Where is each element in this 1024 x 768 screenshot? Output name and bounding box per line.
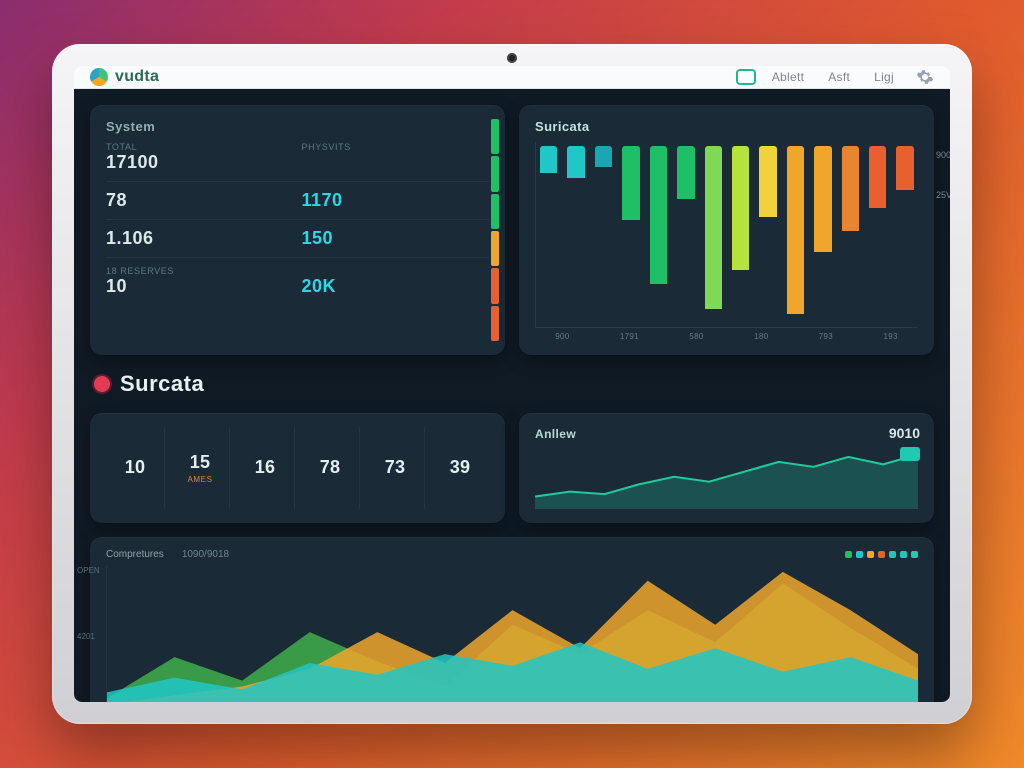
metric-tile[interactable]: 10 <box>106 427 165 509</box>
laptop-camera <box>507 53 517 63</box>
overview-sparkline <box>535 447 918 509</box>
screen: vudta Ablett Asft Ligj System TOTAL 1710… <box>74 66 950 702</box>
dashboard-content: System TOTAL 17100 Physvits 78 1170 1.10… <box>74 89 950 702</box>
stats-title: System <box>106 119 489 134</box>
bar-chart-title: Suricata <box>535 119 918 134</box>
area-chart-header: Compretures 1090/9018 <box>106 549 918 560</box>
stat-value: 20K <box>302 276 490 297</box>
section-title-row: Surcata <box>90 369 934 399</box>
status-icon[interactable] <box>736 69 756 85</box>
stat-label: 18 reserves <box>106 266 294 276</box>
metric-tile[interactable]: 39 <box>431 427 489 509</box>
bar-y-ticks: 9001 25V <box>936 150 950 200</box>
metric-tile[interactable]: 16 <box>236 427 295 509</box>
metric-tile[interactable]: 15Ames <box>171 427 230 509</box>
bar-chart: 9001 25V <box>535 142 918 328</box>
area-chart-card: Compretures 1090/9018 OPEN 4201 301 1010… <box>90 537 934 702</box>
ytick: 9001 <box>936 150 950 160</box>
metric-tile[interactable]: 73 <box>366 427 425 509</box>
record-dot-icon <box>94 376 110 392</box>
brand[interactable]: vudta <box>90 68 159 86</box>
tiles-card: 1015Ames16787339 <box>90 413 505 523</box>
stats-card: System TOTAL 17100 Physvits 78 1170 1.10… <box>90 105 505 355</box>
nav-item-1[interactable]: Asft <box>820 66 858 88</box>
stat-label: Physvits <box>302 142 490 152</box>
ytick: 25V <box>936 190 950 200</box>
stats-strip <box>491 119 499 341</box>
area-chart-legend <box>845 551 918 558</box>
stat-label: TOTAL <box>106 142 294 152</box>
settings-icon[interactable] <box>916 68 934 86</box>
stat-value: 1170 <box>302 190 490 211</box>
overview-title: Anllew <box>535 427 918 441</box>
overview-value: 9010 <box>889 425 920 441</box>
nav-item-0[interactable]: Ablett <box>764 66 813 88</box>
stat-value: 17100 <box>106 152 294 173</box>
section-title: Surcata <box>120 371 204 397</box>
brand-logo-icon <box>90 68 108 86</box>
overview-badge-icon <box>900 447 920 461</box>
area-chart-subtitle: 1090/9018 <box>182 549 229 560</box>
ytick: OPEN <box>77 566 100 575</box>
area-chart-svg <box>107 566 918 702</box>
stat-value: 150 <box>302 228 490 249</box>
stat-value: 10 <box>106 276 294 297</box>
laptop-frame: vudta Ablett Asft Ligj System TOTAL 1710… <box>52 44 972 724</box>
ytick: 4201 <box>77 632 95 641</box>
stat-value: 78 <box>106 190 294 211</box>
bar-chart-card: Suricata 9001 25V 9001791580180793193 <box>519 105 934 355</box>
area-chart-title: Compretures <box>106 549 164 560</box>
bar-x-axis: 9001791580180793193 <box>535 328 918 341</box>
topbar: vudta Ablett Asft Ligj <box>74 66 950 89</box>
stat-value: 1.106 <box>106 228 294 249</box>
overview-card: Anllew 9010 <box>519 413 934 523</box>
nav-item-2[interactable]: Ligj <box>866 66 902 88</box>
metric-tile[interactable]: 78 <box>301 427 360 509</box>
area-chart: OPEN 4201 301 <box>106 566 918 702</box>
brand-name: vudta <box>115 68 159 86</box>
